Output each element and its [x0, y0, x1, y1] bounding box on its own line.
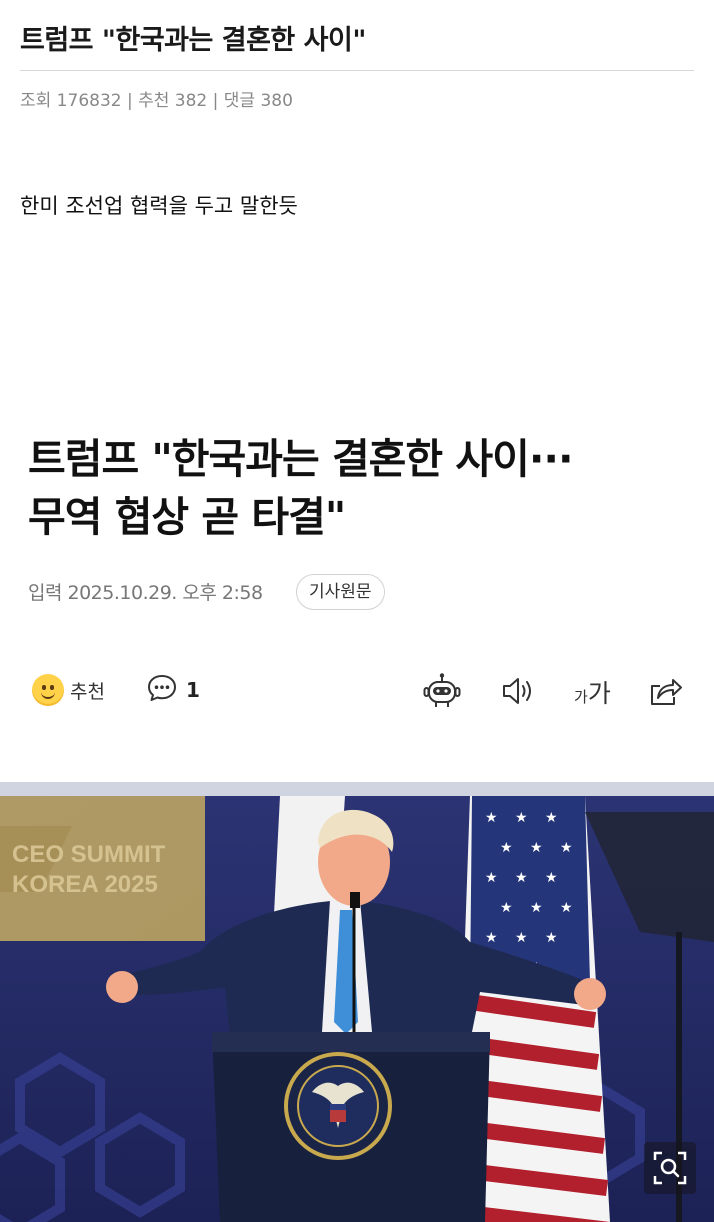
svg-text:★: ★	[485, 930, 498, 946]
headline-line-1: 트럼프 "한국과는 결혼한 사이···	[28, 435, 574, 483]
font-large-label: 가	[587, 679, 611, 708]
recommend-button[interactable]: 추천	[32, 672, 105, 708]
svg-text:★: ★	[515, 930, 528, 946]
svg-text:★: ★	[515, 870, 528, 886]
news-photo: CEO SUMMIT KOREA 2025 ★ ★ ★ ★ ★ ★ ★ ★ ★ …	[0, 782, 714, 1222]
comment-icon	[146, 672, 178, 708]
post-title: 트럼프 "한국과는 결혼한 사이"	[20, 25, 366, 56]
summit-banner: CEO SUMMIT KOREA 2025	[0, 796, 205, 941]
divider	[20, 70, 694, 71]
svg-text:★: ★	[560, 900, 573, 916]
photo-zoom-button[interactable]	[644, 1142, 696, 1194]
podium	[212, 1032, 490, 1222]
svg-text:★: ★	[545, 810, 558, 826]
robot-icon	[423, 673, 461, 707]
svg-text:★: ★	[530, 840, 543, 856]
news-photo-image: CEO SUMMIT KOREA 2025 ★ ★ ★ ★ ★ ★ ★ ★ ★ …	[0, 782, 714, 1222]
original-article-button[interactable]: 기사원문	[296, 574, 385, 610]
svg-text:★: ★	[545, 870, 558, 886]
svg-text:★: ★	[500, 840, 513, 856]
font-size-button[interactable]: 가가	[574, 674, 611, 710]
banner-line-2: KOREA 2025	[12, 871, 158, 898]
post-stats: 조회 176832 | 추천 382 | 댓글 380	[20, 91, 293, 111]
share-button[interactable]	[644, 672, 684, 710]
comment-button[interactable]: 1	[146, 672, 200, 708]
svg-text:★: ★	[530, 900, 543, 916]
article-headline: 트럼프 "한국과는 결혼한 사이··· 무역 협상 곧 타결"	[28, 430, 688, 546]
robot-summary-button[interactable]	[422, 672, 462, 710]
zoom-icon	[653, 1151, 687, 1185]
headline-line-2: 무역 협상 곧 타결"	[28, 493, 346, 541]
svg-text:★: ★	[515, 810, 528, 826]
font-small-label: 가	[574, 688, 588, 706]
article-date: 입력 2025.10.29. 오후 2:58	[28, 582, 263, 604]
post-body-text: 한미 조선업 협력을 두고 말한듯	[20, 194, 298, 218]
banner-line-1: CEO SUMMIT	[12, 841, 166, 868]
svg-text:★: ★	[560, 840, 573, 856]
article-action-bar: 추천 1 가가	[0, 664, 714, 716]
listen-button[interactable]	[498, 672, 538, 710]
svg-text:★: ★	[485, 810, 498, 826]
svg-text:★: ★	[485, 870, 498, 886]
svg-text:★: ★	[545, 930, 558, 946]
recommend-label: 추천	[70, 680, 105, 703]
svg-text:★: ★	[500, 900, 513, 916]
comment-count: 1	[186, 678, 200, 702]
smiley-icon	[32, 674, 64, 706]
speaker-icon	[503, 678, 531, 704]
share-icon	[651, 679, 682, 705]
